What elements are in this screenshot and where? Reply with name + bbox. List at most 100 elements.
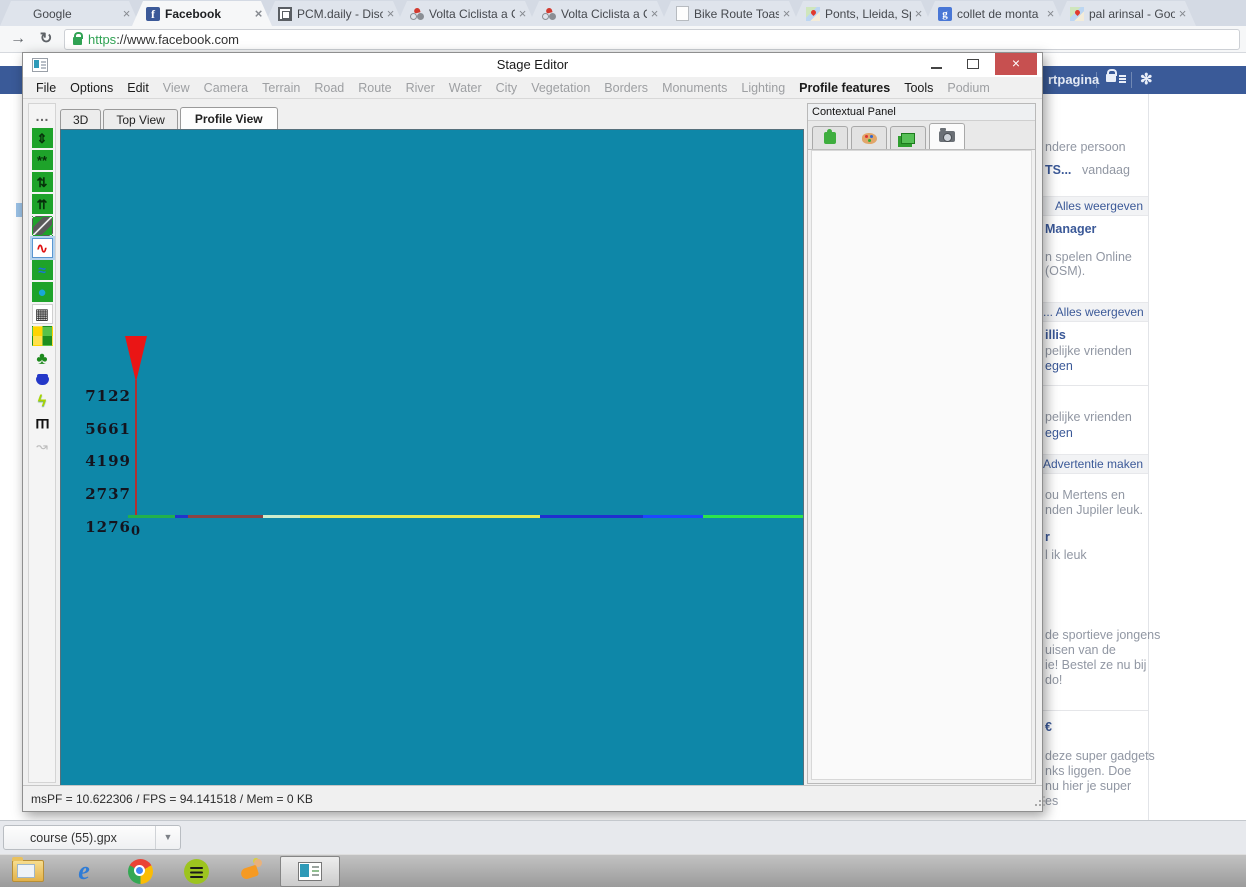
menu-item[interactable]: Monuments (655, 81, 734, 95)
ssl-padlock-icon[interactable] (73, 37, 82, 45)
menu-item[interactable]: City (489, 81, 525, 95)
palette-tab[interactable] (851, 126, 887, 149)
taskbar-explorer-icon[interactable] (0, 855, 56, 887)
tab-close-icon[interactable]: × (251, 6, 266, 21)
menu-item[interactable]: Tools (897, 81, 940, 95)
profile-segment (300, 515, 540, 518)
browser-tab[interactable]: pal arinsal - Goo × (1056, 1, 1196, 26)
browser-tab[interactable]: Ponts, Lleida, Sp × (792, 1, 932, 26)
navbar-divider (1131, 72, 1132, 88)
minimize-button[interactable] (924, 53, 950, 75)
reload-button[interactable]: ↻ (34, 28, 58, 50)
taskbar-pcm-icon[interactable] (224, 855, 280, 887)
terrain-ramp-tool-icon[interactable]: ⇈ (32, 194, 53, 214)
menu-item[interactable]: Borders (597, 81, 655, 95)
road-tool-icon[interactable] (32, 216, 53, 236)
menu-item[interactable]: Road (307, 81, 351, 95)
privacy-shortcuts-icon[interactable] (1106, 74, 1116, 82)
menu-item[interactable]: Water (442, 81, 489, 95)
browser-tab[interactable]: PCM.daily - Disc × (264, 1, 404, 26)
profile-segment (703, 515, 803, 518)
view-tab[interactable]: Profile View (180, 107, 278, 129)
tab-close-icon[interactable]: × (515, 6, 530, 21)
camera-tab[interactable] (929, 123, 965, 149)
tab-title: Volta Ciclista a C (429, 7, 515, 21)
fence-tool-icon[interactable]: Ш (32, 414, 53, 434)
view-tab-bar: 3DTop ViewProfile View (60, 106, 280, 129)
vegetation-zones-tool-icon[interactable] (32, 326, 53, 346)
facebook-sidebar-text: TS... (1045, 163, 1071, 177)
city-grid-tool-icon[interactable]: ▦ (32, 304, 53, 324)
menu-item[interactable]: Camera (197, 81, 255, 95)
tab-favicon (410, 7, 424, 21)
menu-item[interactable]: Terrain (255, 81, 307, 95)
y-axis-tick-label: 2737 (61, 485, 131, 503)
browser-tab[interactable]: Bike Route Toast × (660, 1, 800, 26)
tab-close-icon[interactable]: × (647, 6, 662, 21)
view-tab[interactable]: 3D (60, 109, 101, 129)
tab-close-icon[interactable]: × (911, 6, 926, 21)
browser-tab[interactable]: collet de monta × (924, 1, 1064, 26)
terrain-noise-tool-icon[interactable]: ** (32, 150, 53, 170)
stage-editor-titlebar[interactable]: Stage Editor × (23, 53, 1042, 77)
address-bar[interactable]: https://www.facebook.com (64, 29, 1240, 50)
downloaded-file-name: course (55).gpx (4, 831, 155, 845)
tab-close-icon[interactable]: × (119, 6, 134, 21)
close-button[interactable]: × (995, 53, 1037, 75)
menu-item[interactable]: River (399, 81, 442, 95)
browser-tab[interactable]: Volta Ciclista a C × (528, 1, 668, 26)
downloaded-file-button[interactable]: course (55).gpx ▼ (3, 825, 181, 850)
water-tool-icon[interactable]: ● (32, 282, 53, 302)
settings-gear-icon[interactable]: ✻ (1140, 70, 1153, 88)
taskbar-spotify-icon[interactable] (168, 855, 224, 887)
lighting-tool-icon[interactable]: ϟ (32, 392, 53, 412)
route-tool-icon[interactable]: ∿ (32, 238, 53, 258)
tab-close-icon[interactable]: × (1175, 6, 1190, 21)
tab-favicon (542, 7, 556, 21)
menu-item[interactable]: View (156, 81, 197, 95)
menu-item[interactable]: Vegetation (524, 81, 597, 95)
menu-item[interactable]: Options (63, 81, 120, 95)
tab-title: Volta Ciclista a C (561, 7, 647, 21)
tab-favicon (1070, 7, 1084, 21)
browser-tab[interactable]: Facebook × (132, 1, 272, 26)
route-start-marker-icon[interactable] (125, 336, 147, 382)
tab-close-icon[interactable]: × (1043, 6, 1058, 21)
tab-close-icon[interactable]: × (383, 6, 398, 21)
facebook-sidebar-text: (OSM). (1045, 264, 1085, 278)
tab-favicon (146, 7, 160, 21)
profile-view-canvas[interactable]: 71225661419927371276 0 (60, 129, 804, 786)
terrain-flatten-tool-icon[interactable]: ⇅ (32, 172, 53, 192)
facebook-sidebar-text: ou Mertens en (1045, 488, 1125, 502)
resize-grip[interactable] (1035, 804, 1037, 806)
menu-item[interactable]: File (29, 81, 63, 95)
tab-close-icon[interactable]: × (779, 6, 794, 21)
view-tab[interactable]: Top View (103, 109, 177, 129)
route-start-marker-stem (135, 380, 137, 516)
facebook-home-link[interactable]: rtpagina (1048, 72, 1099, 87)
taskbar-ie-icon[interactable] (56, 855, 112, 887)
browser-tab[interactable]: Google × (0, 1, 140, 26)
url-scheme: https (88, 32, 116, 47)
browser-tab-strip: Google × Facebook × PCM.daily - Disc × V… (0, 0, 1246, 26)
menu-item[interactable]: Profile features (792, 81, 897, 95)
menu-item[interactable]: Route (351, 81, 398, 95)
menu-item[interactable]: Lighting (734, 81, 792, 95)
taskbar-chrome-icon[interactable] (112, 855, 168, 887)
forward-button[interactable]: → (6, 28, 30, 50)
terrain-raise-lower-tool-icon[interactable]: ⇕ (32, 128, 53, 148)
tree-tool-icon[interactable]: ♣ (32, 348, 53, 368)
toolbar-overflow-dots-icon[interactable]: … (32, 106, 53, 126)
download-options-caret-icon[interactable]: ▼ (155, 826, 180, 849)
plugins-tab[interactable] (812, 126, 848, 149)
profile-segment (128, 515, 175, 518)
taskbar-stage-editor-icon[interactable] (280, 856, 340, 887)
monuments-teapot-tool-icon[interactable] (32, 370, 53, 390)
menu-item[interactable]: Edit (120, 81, 156, 95)
river-tool-icon[interactable]: ≈ (32, 260, 53, 280)
layers-tab[interactable] (890, 126, 926, 149)
profile-links-tool-icon[interactable]: ↝ (32, 436, 53, 456)
menu-item[interactable]: Podium (940, 81, 996, 95)
browser-tab[interactable]: Volta Ciclista a C × (396, 1, 536, 26)
maximize-button[interactable] (960, 53, 986, 75)
